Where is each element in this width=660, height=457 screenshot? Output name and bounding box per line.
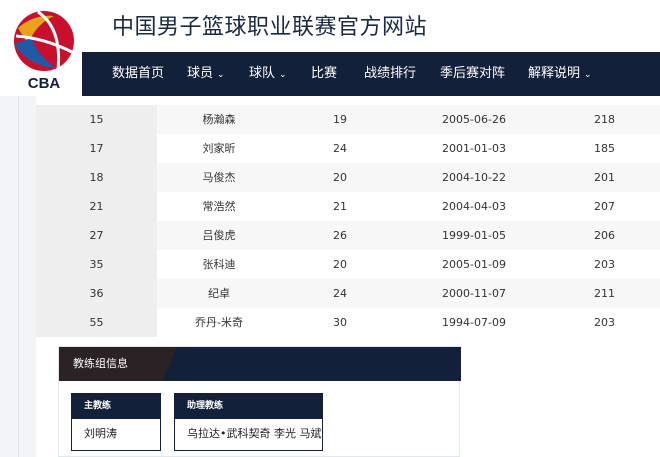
player-birthdate: 2004-04-03 [442, 200, 506, 213]
player-name[interactable]: 张科迪 [157, 250, 281, 279]
player-height: 211 [594, 287, 615, 300]
head-coach-label: 主教练 [72, 394, 160, 419]
coaching-staff-header: 教练组信息 [59, 347, 461, 381]
strip-divider [18, 96, 19, 457]
nav-label: 季后赛对阵 [440, 66, 506, 81]
player-birthdate: 2004-10-22 [442, 171, 506, 184]
player-name[interactable]: 刘家昕 [157, 134, 281, 163]
player-name[interactable]: 乔丹-米奇 [157, 308, 281, 337]
player-name[interactable]: 吕俊虎 [157, 221, 281, 250]
player-height: 207 [594, 200, 615, 213]
head-coach-name[interactable]: 刘明涛 [72, 419, 160, 450]
player-birthdate: 2005-01-09 [442, 258, 506, 271]
player-name[interactable]: 纪卓 [157, 279, 281, 308]
site-header: CBA 中国男子篮球职业联赛官方网站 [0, 0, 660, 92]
logo-text: CBA [28, 75, 61, 92]
player-height: 203 [594, 258, 615, 271]
player-number: 55 [36, 308, 157, 337]
site-title: 中国男子篮球职业联赛官方网站 [112, 15, 428, 40]
nav-item-explanation[interactable]: 解释说明 ⌄ [528, 52, 592, 96]
left-decoration-strip [0, 96, 36, 457]
coaching-staff-panel: 教练组信息 主教练 刘明涛 助理教练 乌拉达•武科契奇 李光 马斌 [58, 346, 461, 457]
player-number: 21 [36, 192, 157, 221]
nav-item-data-home[interactable]: 数据首页 [112, 52, 164, 96]
player-age: 24 [333, 287, 347, 300]
player-age: 26 [333, 229, 347, 242]
nav-label: 比赛 [311, 66, 338, 81]
nav-item-teams[interactable]: 球队 ⌄ [249, 52, 287, 96]
player-number: 35 [36, 250, 157, 279]
table-row: 36 纪卓 24 2000-11-07 211 [36, 279, 660, 308]
table-row: 27 吕俊虎 26 1999-01-05 206 [36, 221, 660, 250]
player-number: 17 [36, 134, 157, 163]
player-height: 218 [594, 113, 615, 126]
nav-item-playoffs[interactable]: 季后赛对阵 [440, 52, 505, 96]
head-coach-card: 主教练 刘明涛 [71, 393, 161, 451]
nav-item-standings[interactable]: 战绩排行 [364, 52, 416, 96]
player-birthdate: 1994-07-09 [442, 316, 506, 329]
nav-item-players[interactable]: 球员 ⌄ [187, 52, 225, 96]
coaching-staff-title: 教练组信息 [73, 357, 128, 370]
assistant-coaches-names[interactable]: 乌拉达•武科契奇 李光 马斌 [175, 419, 322, 450]
player-age: 30 [333, 316, 347, 329]
player-height: 201 [594, 171, 615, 184]
player-age: 20 [333, 171, 347, 184]
player-name[interactable]: 常浩然 [157, 192, 281, 221]
player-height: 185 [594, 142, 615, 155]
player-age: 20 [333, 258, 347, 271]
nav-label: 球队 [249, 66, 276, 81]
table-row: 35 张科迪 20 2005-01-09 203 [36, 250, 660, 279]
assistant-coaches-label: 助理教练 [175, 394, 322, 419]
roster-table: 15 杨瀚森 19 2005-06-26 218 17 刘家昕 24 2001-… [36, 105, 660, 337]
table-row: 55 乔丹-米奇 30 1994-07-09 203 [36, 308, 660, 337]
player-birthdate: 1999-01-05 [442, 229, 506, 242]
player-age: 21 [333, 200, 347, 213]
player-age: 19 [333, 113, 347, 126]
nav-label: 数据首页 [112, 66, 165, 81]
player-number: 18 [36, 163, 157, 192]
player-height: 206 [594, 229, 615, 242]
nav-label: 战绩排行 [364, 66, 417, 81]
nav-item-games[interactable]: 比赛 [311, 52, 337, 96]
player-birthdate: 2000-11-07 [442, 287, 506, 300]
player-birthdate: 2005-06-26 [442, 113, 506, 126]
player-number: 15 [36, 105, 157, 134]
player-age: 24 [333, 142, 347, 155]
chevron-down-icon: ⌄ [584, 70, 592, 80]
player-number: 36 [36, 279, 157, 308]
table-row: 21 常浩然 21 2004-04-03 207 [36, 192, 660, 221]
nav-label: 球员 [187, 66, 214, 81]
cba-logo[interactable]: CBA [8, 8, 80, 92]
player-birthdate: 2001-01-03 [442, 142, 506, 155]
table-row: 18 马俊杰 20 2004-10-22 201 [36, 163, 660, 192]
table-row: 15 杨瀚森 19 2005-06-26 218 [36, 105, 660, 134]
player-name[interactable]: 马俊杰 [157, 163, 281, 192]
assistant-coaches-card: 助理教练 乌拉达•武科契奇 李光 马斌 [174, 393, 323, 451]
table-row: 17 刘家昕 24 2001-01-03 185 [36, 134, 660, 163]
player-number: 27 [36, 221, 157, 250]
player-height: 203 [594, 316, 615, 329]
player-name[interactable]: 杨瀚森 [157, 105, 281, 134]
nav-label: 解释说明 [528, 66, 581, 81]
chevron-down-icon: ⌄ [279, 70, 287, 80]
chevron-down-icon: ⌄ [217, 70, 225, 80]
main-nav: 数据首页 球员 ⌄ 球队 ⌄ 比赛 战绩排行 季后赛对阵 解释说明 ⌄ [82, 52, 660, 96]
